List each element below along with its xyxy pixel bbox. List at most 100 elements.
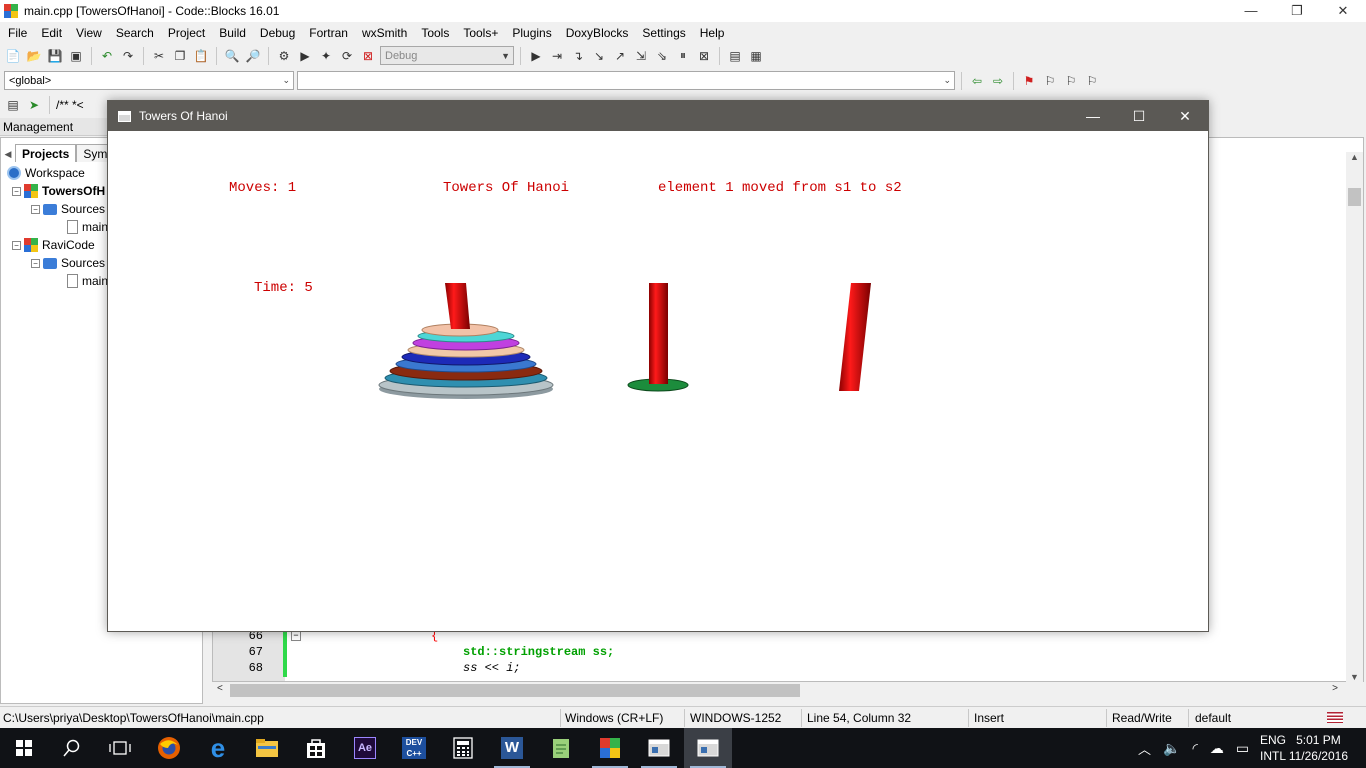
- next-bookmark-icon[interactable]: ⚐: [1062, 72, 1080, 90]
- rebuild-icon[interactable]: ⟳: [338, 47, 356, 65]
- task-view-button[interactable]: [96, 728, 144, 768]
- menu-wxsmith[interactable]: wxSmith: [354, 26, 413, 40]
- find-icon[interactable]: 🔍: [223, 47, 241, 65]
- debug-run-icon[interactable]: ▶: [527, 47, 545, 65]
- build-target-select[interactable]: Debug ▼: [380, 46, 514, 65]
- editor-vertical-scrollbar[interactable]: ▲ ▼: [1346, 152, 1363, 682]
- collapse-icon[interactable]: −: [31, 258, 40, 268]
- debug-windows-icon[interactable]: ▤: [726, 47, 744, 65]
- taskbar-app-store[interactable]: [292, 728, 340, 768]
- scroll-thumb[interactable]: [1348, 188, 1361, 206]
- jump-forward-icon[interactable]: ⇨: [989, 72, 1007, 90]
- scroll-left-icon[interactable]: <: [217, 683, 223, 694]
- replace-icon[interactable]: 🔎: [244, 47, 262, 65]
- scope-select[interactable]: <global> ⌄: [4, 71, 294, 90]
- step-instruction-icon[interactable]: ⇘: [653, 47, 671, 65]
- taskbar-app-edge[interactable]: e: [194, 728, 242, 768]
- hanoi-titlebar[interactable]: Towers Of Hanoi — ☐ ✕: [108, 101, 1208, 131]
- previous-bookmark-icon[interactable]: ⚐: [1041, 72, 1059, 90]
- abort-icon[interactable]: ⊠: [359, 47, 377, 65]
- jump-back-icon[interactable]: ⇦: [968, 72, 986, 90]
- minimize-button[interactable]: —: [1228, 0, 1274, 22]
- menu-file[interactable]: File: [0, 26, 33, 40]
- save-all-icon[interactable]: ▣: [67, 47, 85, 65]
- taskbar-app-word[interactable]: W: [488, 728, 536, 768]
- build-gear-icon[interactable]: ⚙: [275, 47, 293, 65]
- scroll-right-icon[interactable]: >: [1332, 683, 1338, 694]
- step-out-icon[interactable]: ↗: [611, 47, 629, 65]
- notification-icon[interactable]: ▭: [1236, 740, 1249, 757]
- tab-scroll-left-icon[interactable]: ◀: [1, 146, 15, 162]
- toggle-bookmark-icon[interactable]: ⚑: [1020, 72, 1038, 90]
- menu-fortran[interactable]: Fortran: [301, 26, 354, 40]
- scroll-down-icon[interactable]: ▼: [1346, 672, 1363, 682]
- doxy-comment-prefix[interactable]: /** *<: [56, 98, 84, 112]
- scroll-up-icon[interactable]: ▲: [1346, 152, 1363, 162]
- editor-horizontal-scrollbar[interactable]: < >: [212, 682, 1364, 699]
- doxywizard-icon[interactable]: ▤: [4, 96, 22, 114]
- close-button[interactable]: ✕: [1320, 0, 1366, 22]
- save-icon[interactable]: 💾: [46, 47, 64, 65]
- symbol-select[interactable]: ⌄: [297, 71, 955, 90]
- code-line[interactable]: 68 ss << i;: [213, 660, 1343, 677]
- taskbar-app-notepad-plus[interactable]: [537, 728, 585, 768]
- menu-build[interactable]: Build: [211, 26, 252, 40]
- tab-projects[interactable]: Projects: [15, 144, 77, 162]
- undo-icon[interactable]: ↶: [98, 47, 116, 65]
- menu-plugins[interactable]: Plugins: [504, 26, 557, 40]
- menu-tools[interactable]: Tools: [413, 26, 455, 40]
- menu-debug[interactable]: Debug: [252, 26, 301, 40]
- redo-icon[interactable]: ↷: [119, 47, 137, 65]
- taskbar-clock[interactable]: 5:01 PM 11/26/2016: [1289, 732, 1348, 764]
- menu-project[interactable]: Project: [160, 26, 211, 40]
- taskbar-app-codeblocks[interactable]: [586, 728, 634, 768]
- pause-icon[interactable]: ⏸: [674, 47, 692, 65]
- onedrive-icon[interactable]: ☁: [1210, 740, 1224, 757]
- next-line-icon[interactable]: ↴: [569, 47, 587, 65]
- menu-settings[interactable]: Settings: [634, 26, 691, 40]
- various-info-icon[interactable]: ▦: [747, 47, 765, 65]
- paste-icon[interactable]: 📋: [192, 47, 210, 65]
- next-instruction-icon[interactable]: ⇲: [632, 47, 650, 65]
- collapse-icon[interactable]: −: [31, 204, 40, 214]
- run-to-cursor-icon[interactable]: ⇥: [548, 47, 566, 65]
- collapse-icon[interactable]: −: [12, 186, 21, 196]
- minimize-button[interactable]: —: [1070, 101, 1116, 131]
- menu-doxyblocks[interactable]: DoxyBlocks: [558, 26, 635, 40]
- fold-icon[interactable]: −: [291, 631, 301, 641]
- scroll-thumb[interactable]: [230, 684, 800, 697]
- start-button[interactable]: [0, 728, 48, 768]
- menu-view[interactable]: View: [68, 26, 108, 40]
- search-button[interactable]: [48, 728, 96, 768]
- copy-icon[interactable]: ❐: [171, 47, 189, 65]
- build-and-run-icon[interactable]: ✦: [317, 47, 335, 65]
- input-language[interactable]: ENG INTL: [1260, 732, 1286, 764]
- taskbar-app-firefox[interactable]: [145, 728, 193, 768]
- step-into-icon[interactable]: ↘: [590, 47, 608, 65]
- menu-edit[interactable]: Edit: [33, 26, 68, 40]
- hanoi-canvas[interactable]: Moves: 1 Towers Of Hanoi element 1 moved…: [108, 131, 1208, 631]
- taskbar-app-after-effects[interactable]: Ae: [341, 728, 389, 768]
- code-line[interactable]: 67 std::stringstream ss;: [213, 644, 1343, 661]
- menu-tools-plus[interactable]: Tools+: [455, 26, 504, 40]
- menu-help[interactable]: Help: [692, 26, 731, 40]
- stop-debug-icon[interactable]: ⊠: [695, 47, 713, 65]
- restore-button[interactable]: ❐: [1274, 0, 1320, 22]
- close-button[interactable]: ✕: [1162, 101, 1208, 131]
- wifi-icon[interactable]: ◜: [1192, 740, 1197, 757]
- taskbar-app-file-explorer[interactable]: [243, 728, 291, 768]
- open-folder-icon[interactable]: 📂: [25, 47, 43, 65]
- cut-icon[interactable]: ✂: [150, 47, 168, 65]
- new-file-icon[interactable]: 📄: [4, 47, 22, 65]
- collapse-icon[interactable]: −: [12, 240, 21, 250]
- run-icon[interactable]: ▶: [296, 47, 314, 65]
- menu-search[interactable]: Search: [108, 26, 160, 40]
- maximize-button[interactable]: ☐: [1116, 101, 1162, 131]
- extract-docs-icon[interactable]: ➤: [25, 96, 43, 114]
- clear-bookmarks-icon[interactable]: ⚐: [1083, 72, 1101, 90]
- taskbar-app-calculator[interactable]: [439, 728, 487, 768]
- taskbar-app-window-2[interactable]: [684, 728, 732, 768]
- show-hidden-icons-icon[interactable]: ︿: [1138, 739, 1151, 758]
- taskbar-app-window-1[interactable]: [635, 728, 683, 768]
- taskbar-app-dev-cpp[interactable]: DEV C++: [390, 728, 438, 768]
